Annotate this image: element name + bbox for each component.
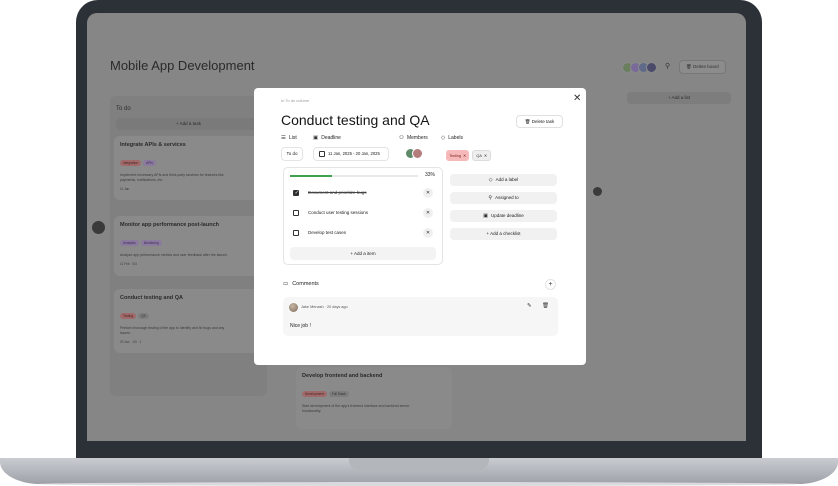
update-deadline-button[interactable]: ▣ Update deadline (450, 210, 557, 222)
avatar (289, 303, 298, 312)
tag-icon: ◇ (488, 177, 493, 183)
task-card[interactable]: Monitor app performance post-launch Anal… (114, 216, 263, 276)
delete-item-icon[interactable]: ✕ (423, 228, 433, 238)
calendar-icon: ▣ (313, 135, 319, 141)
remove-label-icon[interactable]: ✕ (484, 153, 487, 158)
avatar (593, 187, 602, 196)
list-section-label: ☰ List (281, 135, 297, 141)
comments-header: ▭ Comments (283, 281, 319, 287)
user-assign-icon[interactable]: ⚲ (665, 62, 670, 70)
trash-icon: 🗑 (524, 119, 531, 124)
laptop-shadow (40, 482, 798, 486)
checklist-item-text: Develop test cases (308, 230, 347, 235)
trash-icon[interactable]: 🗑 (542, 303, 549, 309)
task-modal: ✕ In To do column Conduct testing and QA… (254, 88, 586, 365)
checklist-item: Document and prioritize bugs ✕ (284, 185, 442, 201)
users-icon: ⚇ (399, 135, 404, 141)
add-task-button[interactable]: + Add a task (116, 118, 261, 130)
calendar-icon: ▣ (483, 213, 488, 219)
page-title: Conduct testing and QA (281, 112, 430, 128)
tag-icon: ◇ (441, 135, 446, 141)
assigned-to-button[interactable]: ⚲ Assigned to (450, 192, 557, 204)
label-chip-testing[interactable]: Testing ✕ (446, 150, 470, 161)
members-section-label: ⚇ Members (399, 135, 428, 141)
member-avatars[interactable] (405, 148, 423, 159)
delete-board-button[interactable]: 🗑 Delete board (679, 60, 726, 74)
checkbox[interactable] (293, 230, 299, 236)
laptop-notch (349, 458, 489, 470)
checklist-item: Conduct user testing sessions ✕ (284, 205, 442, 221)
checklist-progress-text: 33% (425, 172, 436, 178)
avatar (412, 148, 423, 159)
labels-section-label: ◇ Labels (441, 135, 463, 141)
delete-task-button[interactable]: 🗑 Delete task (516, 115, 563, 128)
add-comment-button[interactable]: + (545, 279, 556, 290)
column-title: To do (116, 106, 131, 112)
task-card[interactable]: Integrate APIs & services Integration API… (114, 136, 263, 200)
delete-item-icon[interactable]: ✕ (423, 188, 433, 198)
comment-icon: ▭ (283, 281, 289, 287)
list-select[interactable]: To do (281, 147, 303, 161)
breadcrumb: In To do column (281, 98, 310, 103)
add-list-button[interactable]: + Add a list (627, 92, 731, 104)
deadline-field[interactable]: 11 Jan, 2025 - 20 Jan, 2025 (313, 147, 389, 161)
avatar (646, 62, 657, 73)
checklist-progress-bar (290, 175, 418, 177)
comment: Jake Menash · 20 days ago ✎ 🗑 Nice job ! (283, 297, 558, 336)
checkbox[interactable] (293, 190, 299, 196)
checklist: 33% Document and prioritize bugs ✕ Condu… (283, 167, 443, 265)
board-title: Mobile App Development (110, 58, 255, 73)
comment-text: Nice job ! (290, 323, 311, 329)
checklist-item: Develop test cases ✕ (284, 225, 442, 241)
task-card[interactable]: Develop frontend and backend Development… (296, 367, 452, 429)
calendar-icon (319, 151, 325, 157)
close-icon[interactable]: ✕ (573, 93, 581, 104)
column-todo: To do + Add a task Integrate APIs & serv… (110, 96, 267, 396)
collapse-sidebar-button[interactable] (92, 221, 105, 234)
labels-list: Testing ✕ QA ✕ (446, 150, 492, 161)
label-chip-qa[interactable]: QA ✕ (472, 150, 492, 161)
task-card[interactable]: Conduct testing and QA Testing QA Perform… (114, 289, 263, 353)
checkbox[interactable] (293, 210, 299, 216)
checklist-item-text: Document and prioritize bugs (308, 190, 367, 195)
delete-item-icon[interactable]: ✕ (423, 208, 433, 218)
add-label-button[interactable]: ◇ Add a label (450, 174, 557, 186)
edit-icon[interactable]: ✎ (527, 303, 532, 309)
comment-author: Jake Menash · 20 days ago (301, 305, 348, 309)
remove-label-icon[interactable]: ✕ (463, 153, 466, 158)
checklist-item-text: Conduct user testing sessions (308, 210, 369, 215)
deadline-section-label: ▣ Deadline (313, 135, 341, 141)
user-assign-icon: ⚲ (488, 195, 493, 201)
add-checklist-button[interactable]: + Add a checklist (450, 228, 557, 240)
add-item-button[interactable]: + Add a item (290, 247, 436, 260)
checklist-progress-fill (290, 175, 333, 177)
board-members[interactable] (622, 62, 657, 73)
list-icon: ☰ (281, 135, 286, 141)
